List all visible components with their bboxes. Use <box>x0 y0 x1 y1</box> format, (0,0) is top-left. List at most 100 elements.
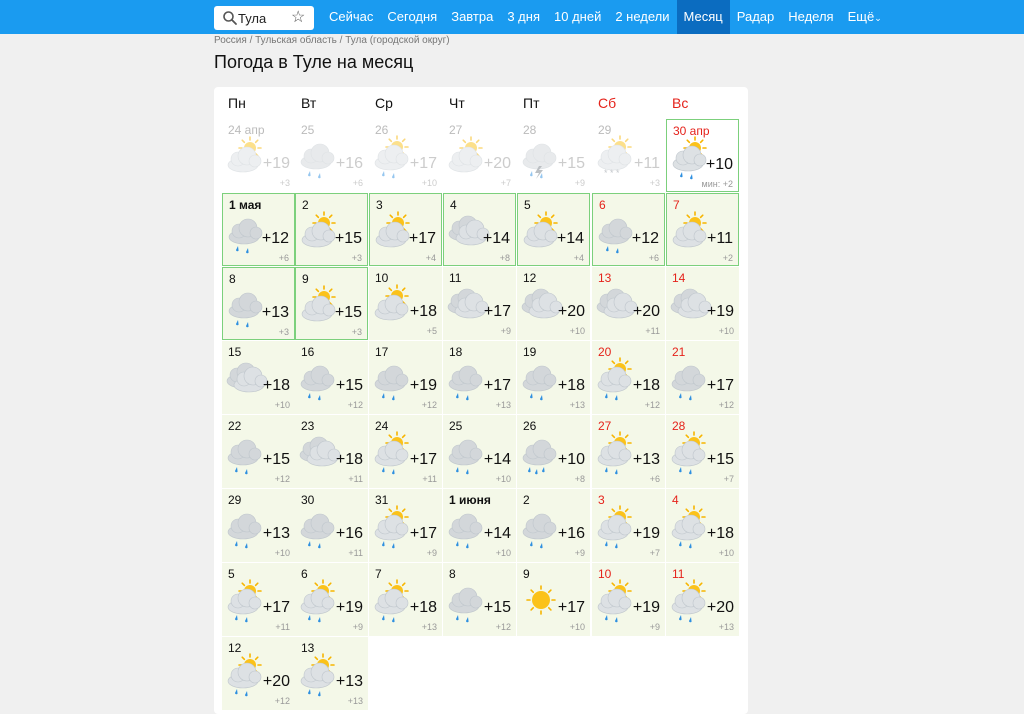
day-cell[interactable]: 7 +18 +13 <box>369 563 442 636</box>
day-label: 30 апр <box>673 124 710 138</box>
day-cell[interactable]: 1 июня +14 +10 <box>443 489 516 562</box>
day-cell[interactable]: 9 +17 +10 <box>517 563 590 636</box>
day-cell[interactable]: 2 +15 +3 <box>295 193 368 266</box>
nav-tab-5[interactable]: 2 недели <box>608 0 676 34</box>
weekday-header: Пт <box>523 95 540 111</box>
partly-cloudy-icon <box>227 136 262 173</box>
day-label: 25 <box>301 123 315 137</box>
nav-tab-6[interactable]: Месяц <box>676 0 730 34</box>
breadcrumb[interactable]: Россия / Тульская область / Тула (городс… <box>214 35 450 46</box>
day-cell[interactable]: 8 +13 +3 <box>222 267 295 340</box>
day-cell[interactable]: 28 +15 +9 <box>517 119 590 192</box>
cloudy-rain-icon <box>448 439 483 475</box>
cloudy-rain-icon <box>448 365 483 401</box>
day-cell[interactable]: 15 +18 +10 <box>222 341 295 414</box>
max-temp: +17 <box>483 303 511 320</box>
day-cell[interactable]: 12 +20 +12 <box>222 637 295 710</box>
day-cell[interactable]: 27 +20 +7 <box>443 119 516 192</box>
min-temp: +8 <box>499 253 510 263</box>
day-cell[interactable]: 9 +15 +3 <box>295 267 368 340</box>
day-cell[interactable]: 4 +14 +8 <box>443 193 516 266</box>
max-temp: +19 <box>632 525 660 542</box>
day-label: 11 <box>672 567 685 581</box>
day-cell[interactable]: 5 +14 +4 <box>517 193 590 266</box>
min-temp: +3 <box>351 253 362 263</box>
day-cell[interactable]: 17 +19 +12 <box>369 341 442 414</box>
day-cell[interactable]: 10 +18 +5 <box>369 267 442 340</box>
day-cell[interactable]: 8 +15 +12 <box>443 563 516 636</box>
day-cell[interactable]: 24 +17 +11 <box>369 415 442 488</box>
day-cell[interactable]: 3 +17 +4 <box>369 193 442 266</box>
day-cell[interactable]: 26 +10 +8 <box>517 415 590 488</box>
day-cell[interactable]: 23 +18 +11 <box>295 415 368 488</box>
day-cell[interactable]: 6 +12 +6 <box>592 193 665 266</box>
day-label: 6 <box>301 567 308 581</box>
day-cell[interactable]: 25 +16 +6 <box>295 119 368 192</box>
day-cell[interactable]: 11 +20 +13 <box>666 563 739 636</box>
day-cell[interactable]: 1 мая +12 +6 <box>222 193 295 266</box>
day-cell[interactable]: 5 +17 +11 <box>222 563 295 636</box>
nav-tab-3[interactable]: 3 дня <box>500 0 547 34</box>
nav-tab-2[interactable]: Завтра <box>444 0 500 34</box>
day-cell[interactable]: 24 апр +19 +3 <box>222 119 295 192</box>
min-temp: +12 <box>644 400 660 410</box>
day-cell[interactable]: 19 +18 +13 <box>517 341 590 414</box>
day-cell[interactable]: 25 +14 +10 <box>443 415 516 488</box>
day-cell[interactable]: 6 +19 +9 <box>295 563 368 636</box>
day-cell[interactable]: 18 +17 +13 <box>443 341 516 414</box>
day-cell[interactable]: 21 +17 +12 <box>666 341 739 414</box>
weekday-header: Пн <box>228 95 246 111</box>
partly-rain-icon <box>300 579 335 623</box>
day-cell[interactable]: 20 +18 +12 <box>592 341 665 414</box>
favorite-star-icon[interactable]: ☆ <box>291 9 305 27</box>
day-cell[interactable]: 13 +13 +13 <box>295 637 368 710</box>
day-cell[interactable]: 4 +18 +10 <box>666 489 739 562</box>
search-box[interactable]: ☆ <box>214 6 314 30</box>
day-cell[interactable]: 29 +13 +10 <box>222 489 295 562</box>
min-temp: +3 <box>351 327 362 337</box>
day-cell[interactable]: 28 +15 +7 <box>666 415 739 488</box>
day-cell[interactable]: 26 +17 +10 <box>369 119 442 192</box>
day-cell[interactable]: 7 +11 +2 <box>666 193 739 266</box>
day-cell[interactable]: 12 +20 +10 <box>517 267 590 340</box>
nav-tab-0[interactable]: Сейчас <box>322 0 380 34</box>
day-cell[interactable]: 16 +15 +12 <box>295 341 368 414</box>
max-temp: +10 <box>557 451 585 468</box>
min-temp: +7 <box>723 474 734 484</box>
day-cell[interactable]: 22 +15 +12 <box>222 415 295 488</box>
nav-tab-9[interactable]: Ещё⌄ <box>841 0 889 34</box>
day-cell[interactable]: 3 +19 +7 <box>592 489 665 562</box>
max-temp: +18 <box>409 599 437 616</box>
day-label: 27 <box>598 419 612 433</box>
max-temp: +17 <box>706 377 734 394</box>
partly-rain-icon <box>671 579 706 623</box>
max-temp: +17 <box>409 451 437 468</box>
min-temp: мин: +2 <box>702 179 733 189</box>
day-label: 3 <box>376 198 383 212</box>
min-value: +2 <box>722 179 733 189</box>
nav-tab-1[interactable]: Сегодня <box>380 0 444 34</box>
day-cell[interactable]: 30 апр +10 мин: +2 <box>666 119 739 192</box>
day-label: 11 <box>449 271 462 285</box>
day-cell[interactable]: 14 +19 +10 <box>666 267 739 340</box>
search-icon[interactable] <box>222 10 238 26</box>
min-temp: +6 <box>648 253 659 263</box>
day-cell[interactable]: 27 +13 +6 <box>592 415 665 488</box>
day-cell[interactable]: 11 +17 +9 <box>443 267 516 340</box>
day-cell[interactable]: 13 +20 +11 <box>592 267 665 340</box>
svg-text:* * *: * * * <box>604 168 620 178</box>
day-cell[interactable]: 2 +16 +9 <box>517 489 590 562</box>
nav-tab-7[interactable]: Радар <box>730 0 782 34</box>
day-cell[interactable]: 31 +17 +9 <box>369 489 442 562</box>
day-cell[interactable]: 30 +16 +11 <box>295 489 368 562</box>
min-temp: +11 <box>348 474 363 484</box>
day-cell[interactable]: 29 * * * +11 +3 <box>592 119 665 192</box>
day-label: 25 <box>449 419 463 433</box>
nav-tab-8[interactable]: Неделя <box>781 0 840 34</box>
max-temp: +19 <box>706 303 734 320</box>
day-label: 10 <box>375 271 389 285</box>
day-label: 29 <box>598 123 612 137</box>
nav-tab-4[interactable]: 10 дней <box>547 0 608 34</box>
day-cell[interactable]: 10 +19 +9 <box>592 563 665 636</box>
search-input[interactable] <box>238 9 288 27</box>
